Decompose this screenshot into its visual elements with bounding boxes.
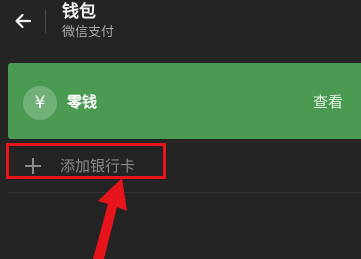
red-arrow-pointer-icon [93, 178, 127, 259]
